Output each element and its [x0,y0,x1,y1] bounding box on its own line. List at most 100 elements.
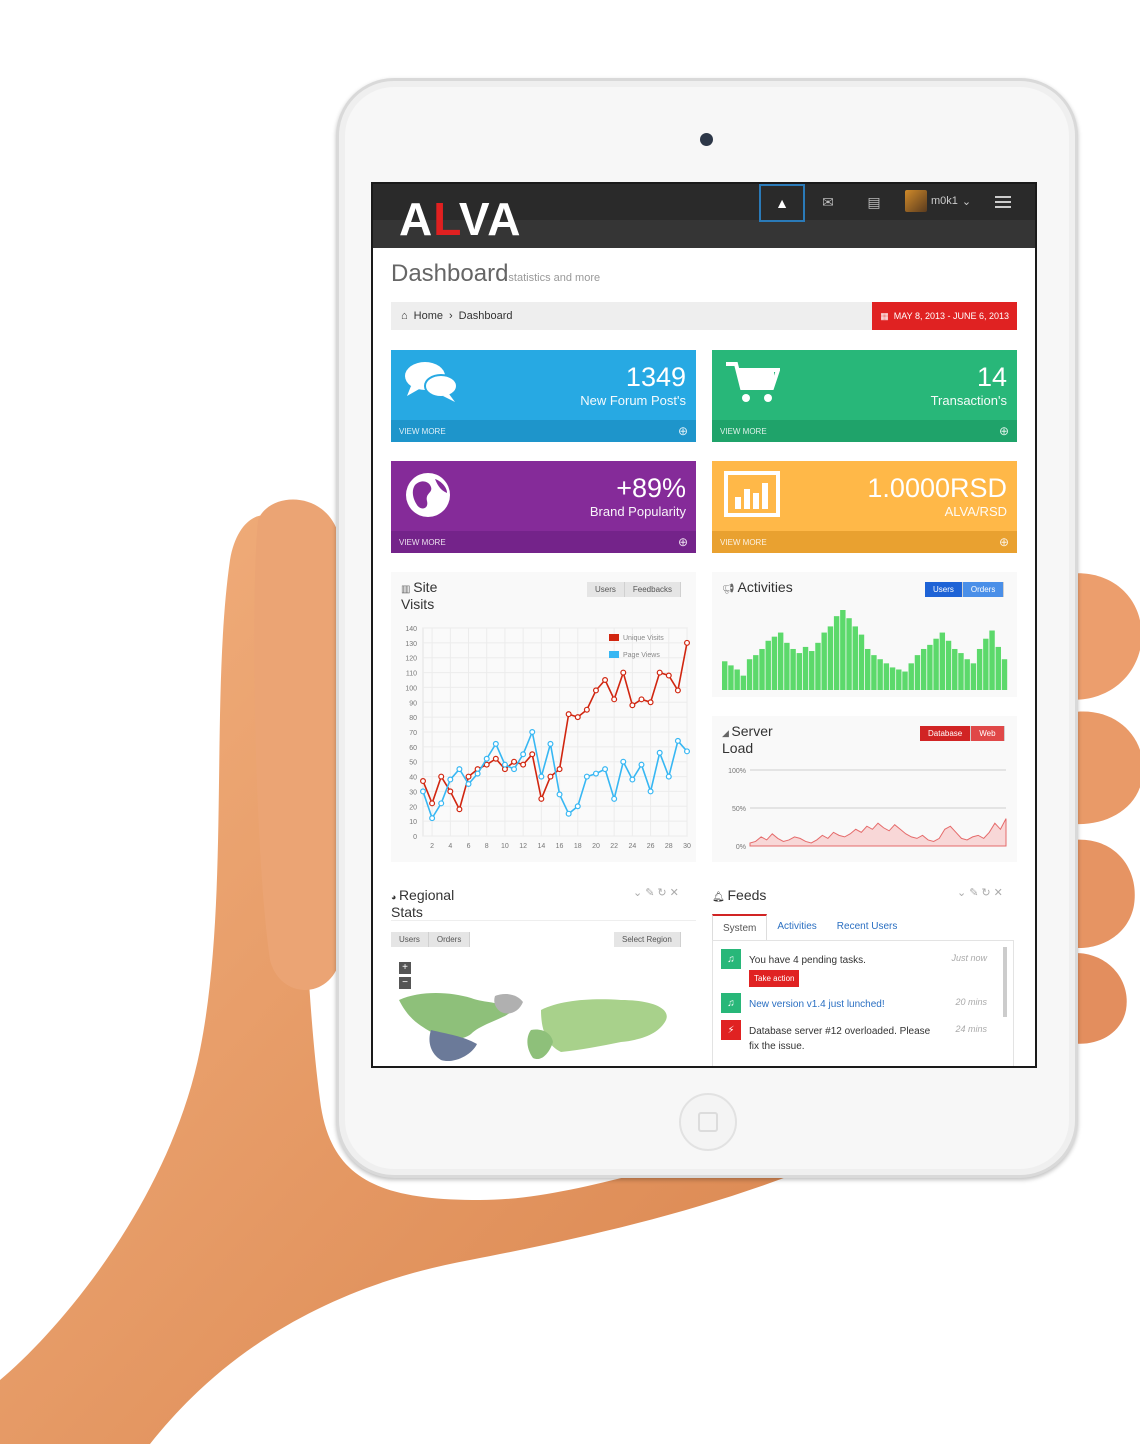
breadcrumb-home[interactable]: Home [414,310,443,322]
select-region-dropdown[interactable]: Select Region [614,932,681,947]
legend-swatch [609,634,619,641]
activity-bar [852,626,858,690]
zoom-in-button[interactable]: + [399,962,411,974]
activity-bar [840,610,846,690]
site-visits-chart: 14013012011010090807060504030201002 4 6 8 10… [405,626,691,850]
activity-bar [846,618,852,690]
view-more-link[interactable]: VIEW MORE ⊕ [712,420,1017,442]
date-range-button[interactable]: ▦ MAY 8, 2013 - JUNE 6, 2013 [872,302,1017,330]
data-point [429,815,436,822]
bar-chart-icon [724,471,780,517]
orders-button[interactable]: Orders [962,582,1005,597]
regional-stats-title: ◕ Regional Stats [391,887,455,920]
brand-logo[interactable]: ALVA [399,192,521,246]
site-visits-title: ▥ Site Visits [401,579,438,612]
scrollbar[interactable] [1003,947,1007,1017]
view-more-link[interactable]: VIEW MORE ⊕ [391,420,696,442]
bolt-icon: ⚡︎ [721,1020,741,1040]
username: m0k1 [931,195,958,207]
x-tick-label: 24 [628,843,636,850]
data-point [656,669,663,676]
tab-system[interactable]: System [712,914,768,941]
activity-bar [952,648,958,690]
users-button[interactable]: Users [587,582,625,597]
data-point [538,795,545,802]
data-point [647,788,654,795]
data-point [684,639,691,646]
data-point [483,755,490,762]
data-point [501,761,508,768]
y-tick-label: 110 [406,671,417,678]
data-point [638,761,645,768]
calendar-icon[interactable]: ▤ [851,184,897,220]
users-button[interactable]: Users [391,932,429,947]
tile-brand-popularity: +89% Brand Popularity VIEW MORE ⊕ [391,461,696,553]
shopping-cart-icon [726,362,780,402]
data-point [492,740,499,747]
breadcrumb: ⌂ Home › Dashboard ▦ MAY 8, 2013 - JUNE … [391,302,1017,330]
tab-activities[interactable]: Activities [767,914,826,941]
activity-bar [877,659,883,690]
data-point [665,773,672,780]
y-tick-label: 10 [409,819,417,826]
feeds-tabs: System Activities Recent Users [712,914,907,941]
data-point [592,687,599,694]
activity-bar [746,659,753,690]
users-button[interactable]: Users [925,582,963,597]
x-tick-label: 22 [610,843,618,850]
y-tick-label: 0% [736,844,746,851]
widget-tools[interactable]: ⌄✎↻✕ [633,886,682,899]
data-point [492,755,499,762]
activity-bar [871,655,877,690]
y-tick-label: 60 [409,745,417,752]
feedbacks-button[interactable]: Feedbacks [624,582,682,597]
y-tick-label: 0 [413,834,417,841]
orders-button[interactable]: Orders [428,932,471,947]
tab-recent-users[interactable]: Recent Users [827,914,908,941]
widget-tools[interactable]: ⌄✎↻✕ [957,886,1006,899]
y-tick-label: 20 [409,804,417,811]
data-point [547,740,554,747]
bell-icon: ♫ [721,949,741,969]
site-visits-panel: ▥ Site Visits Users Feedbacks 140 130 120 11… [391,572,696,862]
web-button[interactable]: Web [971,726,1005,741]
data-point [456,806,463,813]
data-point [620,669,627,676]
feeds-title: 🔔︎ Feeds [712,887,767,904]
legend-swatch [609,651,619,658]
database-button[interactable]: Database [920,726,972,741]
world-map[interactable] [391,990,696,1068]
zoom-out-button[interactable]: − [399,977,411,989]
data-point [511,758,518,765]
activity-bar [728,665,734,690]
bullhorn-icon: 📢︎ [722,584,738,595]
data-point [583,773,590,780]
user-menu[interactable]: m0k1 ⌄ [905,190,971,212]
activity-bar [1001,659,1008,690]
avatar [905,190,927,212]
feeds-list: ♫ You have 4 pending tasks. Take action J… [712,940,1014,1066]
activity-bar [821,632,827,690]
y-tick-label: 140 [405,626,417,633]
feeds-panel: 🔔︎ Feeds ⌄✎↻✕ System Activities Recent U… [712,880,1017,1066]
view-more-link[interactable]: VIEW MORE ⊕ [712,531,1017,553]
y-tick-label: 130 [405,641,417,648]
y-tick-label: 120 [405,656,417,663]
take-action-button[interactable]: Take action [749,970,800,987]
page-subtitle: statistics and more [508,272,601,284]
activity-bar [896,669,902,690]
activity-bar [945,640,952,690]
view-more-link[interactable]: VIEW MORE ⊕ [391,531,696,553]
y-tick-label: 80 [409,715,417,722]
data-point [547,773,554,780]
tile-desc: Brand Popularity [589,504,686,519]
home-button[interactable] [679,1093,737,1151]
activity-bar [740,675,747,690]
activity-bar [771,636,778,690]
tile-transactions: 14 Transaction's VIEW MORE ⊕ [712,350,1017,442]
menu-icon[interactable] [995,196,1011,211]
warning-icon[interactable]: ▲ [759,184,805,222]
activity-bar [976,648,983,690]
envelope-icon[interactable]: ✉ [805,184,851,220]
data-point [529,751,536,758]
